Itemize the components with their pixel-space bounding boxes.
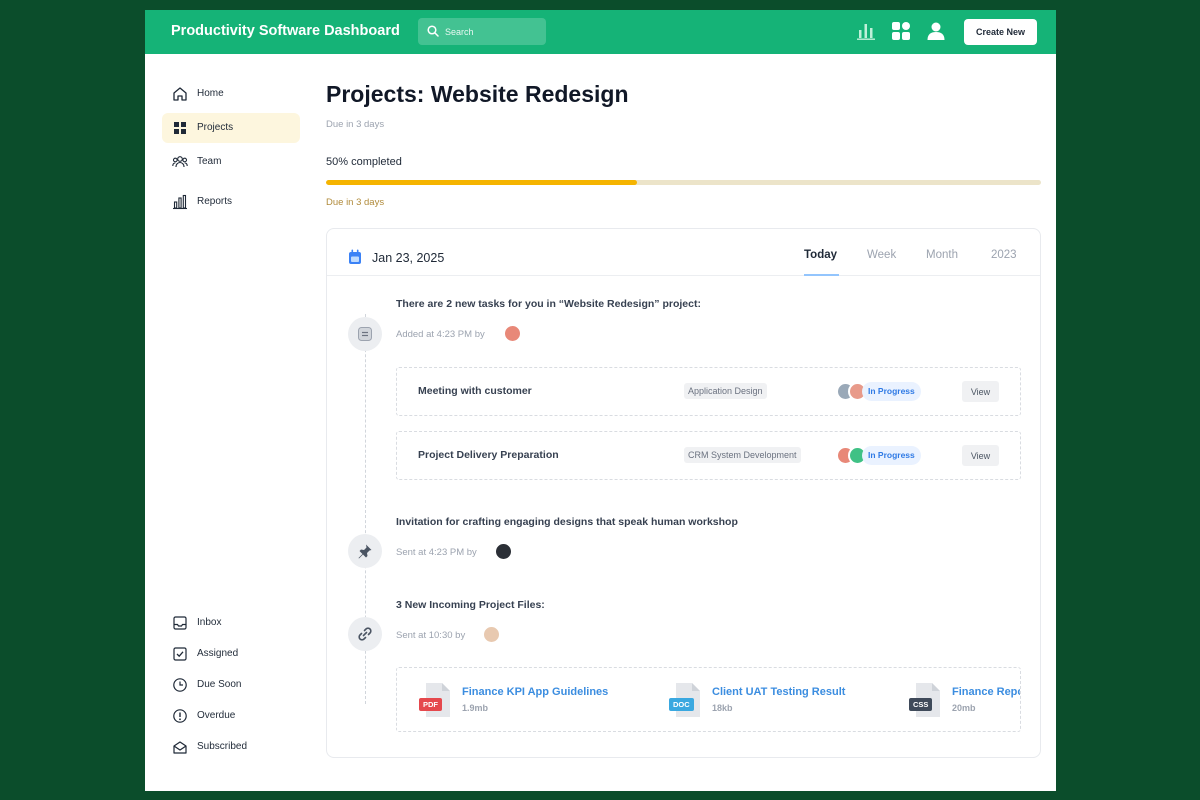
search-icon [427, 25, 439, 37]
file-name[interactable]: Client UAT Testing Result [712, 686, 845, 698]
sidebar-item-projects[interactable]: Projects [162, 113, 300, 143]
search-input[interactable] [445, 22, 541, 41]
progress-label: 50% completed [326, 156, 402, 168]
tab-2023[interactable]: 2023 [991, 249, 1017, 261]
sidebar-item-team[interactable]: Team [162, 147, 300, 177]
user-icon[interactable] [926, 21, 946, 41]
sidebar-item-label: Assigned [197, 648, 239, 659]
link-icon [358, 627, 372, 641]
clock-icon [173, 678, 187, 692]
sidebar-item-label: Reports [197, 196, 233, 207]
file-size: 20mb [952, 703, 976, 713]
reports-icon [173, 194, 187, 210]
avatar [494, 542, 513, 561]
file-name[interactable]: Finance KPI App Guidelines [462, 686, 608, 698]
tab-active-indicator [804, 274, 839, 276]
page-title: Projects: Website Redesign [326, 81, 629, 107]
avatar [482, 625, 501, 644]
team-icon [172, 156, 188, 168]
grid-icon[interactable] [891, 21, 911, 41]
sidebar-item-label: Projects [197, 122, 234, 133]
progress-bar [326, 180, 1041, 185]
sidebar-item-label: Home [197, 88, 224, 99]
sidebar-item-label: Overdue [197, 710, 236, 721]
avatar [503, 324, 522, 343]
task-row: Project Delivery Preparation CRM System … [396, 431, 1021, 480]
due-date-text: Due in 3 days [326, 119, 385, 130]
file-type-badge: CSS [909, 698, 933, 711]
sidebar-item-label: Subscribed [197, 741, 248, 752]
timeline-marker [348, 617, 382, 651]
activity-title: There are 2 new tasks for you in “Websit… [396, 298, 701, 310]
file-type-badge: PDF [419, 698, 442, 711]
grid-icon [174, 122, 186, 134]
view-button[interactable]: View [962, 381, 999, 402]
tab-today[interactable]: Today [804, 249, 837, 261]
file-name[interactable]: Finance Report [952, 686, 1020, 698]
envelope-icon [173, 741, 187, 754]
activity-meta: Sent at 4:23 PM by [396, 547, 477, 558]
timeline-marker [348, 317, 382, 351]
files-list: PDF Finance KPI App Guidelines 1.9mb DOC… [396, 667, 1021, 732]
file-type-badge: DOC [669, 698, 694, 711]
inbox-icon [173, 616, 187, 630]
app-window: Productivity Software Dashboard Create N… [145, 10, 1056, 791]
due-date-note: Due in 3 days [326, 197, 385, 208]
activity-card: Jan 23, 2025 Today Week Month 2023 There… [326, 228, 1041, 758]
sidebar-item-due-soon[interactable]: Due Soon [162, 670, 300, 700]
alert-icon [173, 709, 187, 723]
pin-icon [358, 544, 372, 559]
sidebar-item-overdue[interactable]: Overdue [162, 701, 300, 731]
file-size: 18kb [712, 703, 733, 713]
sidebar-item-home[interactable]: Home [162, 79, 300, 109]
checkbox-icon [173, 647, 187, 661]
app-title: Productivity Software Dashboard [171, 23, 400, 39]
task-name: Project Delivery Preparation [418, 449, 559, 461]
file-size: 1.9mb [462, 703, 489, 713]
task-name: Meeting with customer [418, 385, 532, 397]
tab-week[interactable]: Week [867, 249, 896, 261]
activity-date: Jan 23, 2025 [372, 251, 445, 265]
activity-meta: Added at 4:23 PM by [396, 329, 485, 340]
tab-month[interactable]: Month [926, 249, 958, 261]
activity-title: 3 New Incoming Project Files: [396, 599, 545, 611]
sidebar-item-reports[interactable]: Reports [162, 187, 300, 217]
chart-icon[interactable] [856, 21, 876, 41]
sidebar-item-assigned[interactable]: Assigned [162, 639, 300, 669]
status-badge: In Progress [862, 382, 921, 401]
activity-title: Invitation for crafting engaging designs… [396, 516, 738, 528]
sidebar-item-label: Due Soon [197, 679, 242, 690]
document-icon [358, 327, 372, 341]
calendar-icon [349, 249, 361, 264]
progress-fill [326, 180, 638, 185]
status-badge: In Progress [862, 446, 921, 465]
sidebar-item-label: Inbox [197, 617, 222, 628]
timeline-marker [348, 534, 382, 568]
search-box[interactable] [418, 18, 546, 45]
top-bar: Productivity Software Dashboard Create N… [145, 10, 1056, 54]
sidebar-item-label: Team [197, 156, 222, 167]
task-tag: Application Design [684, 383, 767, 399]
sidebar-item-inbox[interactable]: Inbox [162, 608, 300, 638]
task-tag: CRM System Development [684, 447, 801, 463]
activity-meta: Sent at 10:30 by [396, 630, 466, 641]
task-row: Meeting with customer Application Design… [396, 367, 1021, 416]
view-button[interactable]: View [962, 445, 999, 466]
card-header: Jan 23, 2025 Today Week Month 2023 [327, 229, 1040, 276]
create-new-button[interactable]: Create New [964, 19, 1037, 45]
home-icon [173, 87, 187, 101]
sidebar-item-subscribed[interactable]: Subscribed [162, 732, 300, 762]
